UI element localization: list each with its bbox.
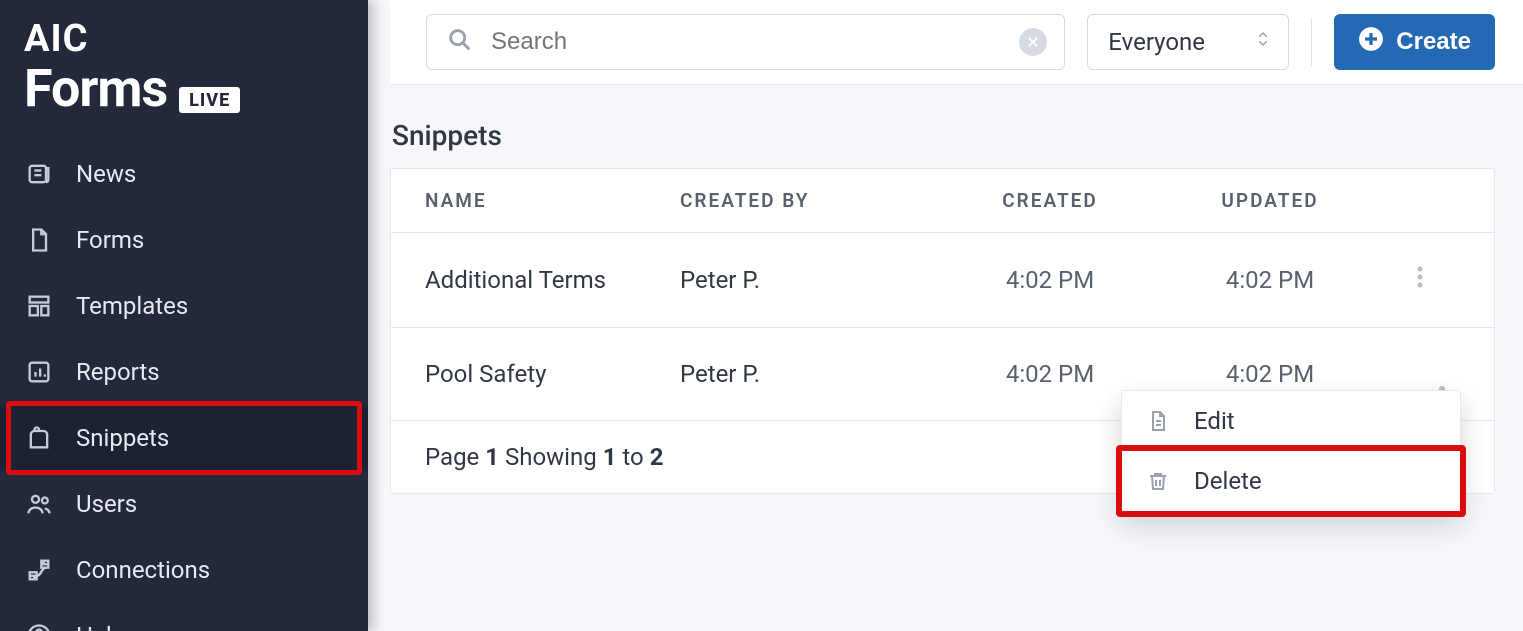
brand-line2: Forms bbox=[24, 58, 167, 119]
sidebar-item-label: Connections bbox=[76, 556, 210, 584]
row-context-menu: Edit Delete bbox=[1121, 390, 1461, 512]
select-chevron-icon bbox=[1254, 27, 1272, 57]
brand-badge: LIVE bbox=[179, 87, 240, 113]
table-row[interactable]: Additional Terms Peter P. 4:02 PM 4:02 P… bbox=[391, 233, 1494, 328]
sidebar-nav: News Forms Templates Reports bbox=[0, 141, 368, 631]
cell-updated: 4:02 PM bbox=[1160, 360, 1380, 388]
sidebar-item-label: News bbox=[76, 160, 136, 188]
news-icon bbox=[24, 159, 54, 189]
sidebar-item-connections[interactable]: Connections bbox=[0, 537, 368, 603]
cell-name: Additional Terms bbox=[425, 266, 680, 294]
cell-created: 4:02 PM bbox=[940, 360, 1160, 388]
snippets-icon bbox=[24, 423, 54, 453]
clear-search-button[interactable] bbox=[1019, 28, 1047, 56]
table-header: NAME CREATED BY CREATED UPDATED bbox=[391, 169, 1494, 233]
cell-created-by: Peter P. bbox=[680, 266, 940, 294]
sidebar-item-label: Reports bbox=[76, 358, 160, 386]
col-created-by: CREATED BY bbox=[680, 189, 940, 212]
search-wrap bbox=[426, 14, 1065, 70]
users-icon bbox=[24, 489, 54, 519]
cell-created-by: Peter P. bbox=[680, 360, 940, 388]
owner-filter-select[interactable]: Everyone bbox=[1087, 14, 1289, 70]
app-root: AIC Forms LIVE News Forms bbox=[0, 0, 1523, 631]
menu-item-delete[interactable]: Delete bbox=[1122, 451, 1460, 511]
cell-created: 4:02 PM bbox=[940, 266, 1160, 294]
col-name: NAME bbox=[425, 189, 680, 212]
plus-circle-icon bbox=[1358, 26, 1384, 59]
menu-item-label: Edit bbox=[1194, 407, 1235, 435]
menu-item-edit[interactable]: Edit bbox=[1122, 391, 1460, 451]
page-title: Snippets bbox=[390, 119, 1495, 152]
sidebar: AIC Forms LIVE News Forms bbox=[0, 0, 368, 631]
sidebar-item-label: Help bbox=[76, 622, 125, 631]
search-icon bbox=[446, 26, 474, 58]
sidebar-item-users[interactable]: Users bbox=[0, 471, 368, 537]
brand-line1: AIC bbox=[24, 20, 344, 58]
reports-icon bbox=[24, 357, 54, 387]
sidebar-item-label: Snippets bbox=[76, 424, 169, 452]
sidebar-item-templates[interactable]: Templates bbox=[0, 273, 368, 339]
sidebar-item-reports[interactable]: Reports bbox=[0, 339, 368, 405]
topbar: Everyone Create bbox=[390, 0, 1523, 85]
search-input[interactable] bbox=[426, 14, 1065, 70]
sidebar-item-snippets[interactable]: Snippets bbox=[0, 405, 368, 471]
col-updated: UPDATED bbox=[1160, 189, 1380, 212]
row-actions-button[interactable] bbox=[1416, 265, 1424, 295]
sidebar-item-forms[interactable]: Forms bbox=[0, 207, 368, 273]
topbar-divider bbox=[1311, 18, 1312, 66]
trash-icon bbox=[1144, 467, 1172, 495]
cell-name: Pool Safety bbox=[425, 360, 680, 388]
main-area: Everyone Create Snippets NAME CREATED BY… bbox=[368, 0, 1523, 631]
help-icon bbox=[24, 621, 54, 631]
edit-icon bbox=[1144, 407, 1172, 435]
templates-icon bbox=[24, 291, 54, 321]
sidebar-item-label: Users bbox=[76, 490, 137, 518]
sidebar-item-label: Templates bbox=[76, 292, 188, 320]
menu-item-label: Delete bbox=[1194, 467, 1262, 495]
sidebar-item-help[interactable]: Help bbox=[0, 603, 368, 631]
col-created: CREATED bbox=[940, 189, 1160, 212]
forms-icon bbox=[24, 225, 54, 255]
cell-updated: 4:02 PM bbox=[1160, 266, 1380, 294]
create-button[interactable]: Create bbox=[1334, 14, 1495, 70]
connections-icon bbox=[24, 555, 54, 585]
sidebar-item-news[interactable]: News bbox=[0, 141, 368, 207]
sidebar-item-label: Forms bbox=[76, 226, 144, 254]
brand-logo: AIC Forms LIVE bbox=[0, 12, 368, 141]
create-button-label: Create bbox=[1396, 28, 1471, 56]
filter-selected-label: Everyone bbox=[1108, 28, 1205, 56]
